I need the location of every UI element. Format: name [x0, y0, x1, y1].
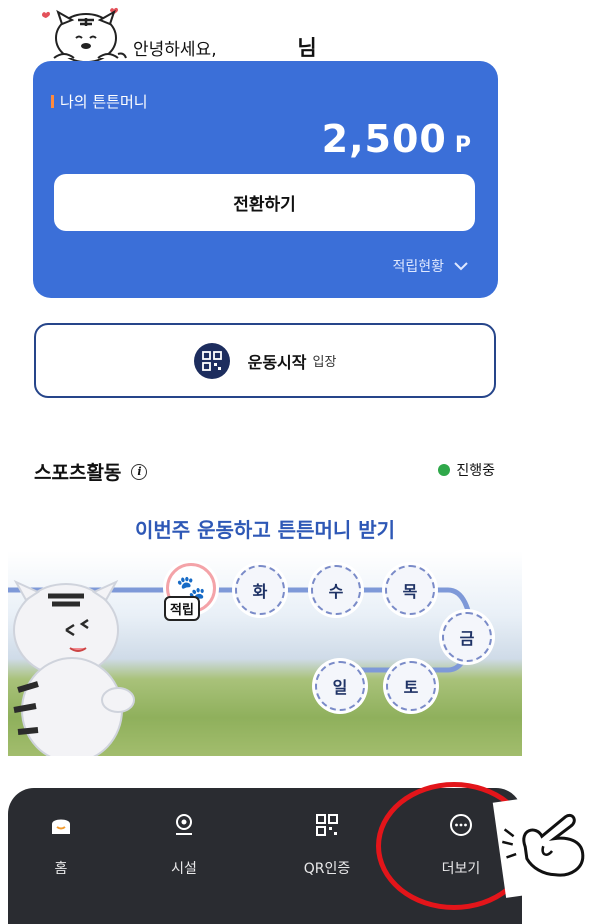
money-card: 나의 튼튼머니 2,500 P 전환하기 적립현황 — [33, 61, 498, 298]
stamp-day-fri: 금 — [442, 612, 492, 662]
money-amount: 2,500 — [321, 117, 447, 161]
tap-hand-annotation — [492, 790, 590, 898]
sports-title-text: 스포츠활동 — [34, 462, 122, 484]
money-card-title: 나의 튼튼머니 — [51, 91, 148, 112]
stamp-day-sun: 일 — [315, 661, 365, 711]
activity-status: 진행중 — [438, 460, 495, 480]
tiger-mascot-icon — [42, 7, 127, 63]
greeting-text: 안녕하세요, — [133, 40, 217, 60]
start-exercise-label: 운동시작 — [247, 352, 307, 372]
stamp-day-wed: 수 — [311, 565, 361, 615]
home-icon — [16, 810, 106, 840]
title-accent-bar — [51, 95, 54, 108]
location-pin-icon — [139, 810, 229, 840]
pointing-hand-icon — [501, 813, 585, 877]
stamp-day-thu: 목 — [385, 565, 435, 615]
chevron-down-icon — [454, 261, 468, 270]
qr-code-icon — [282, 810, 372, 840]
tiger-mascot-illustration — [13, 579, 135, 756]
money-unit: P — [454, 133, 472, 158]
activity-status-text: 진행중 — [456, 463, 495, 479]
nav-label-qr-auth: QR인증 — [303, 861, 351, 877]
stamp-earned-tag: 적립 — [164, 596, 200, 621]
qr-code-icon — [193, 342, 230, 379]
greeting-suffix: 님 — [297, 36, 317, 60]
nav-item-facilities[interactable]: 시설 — [139, 810, 229, 878]
status-dot — [438, 464, 451, 476]
start-exercise-button[interactable]: 운동시작 입장 — [34, 323, 496, 398]
nav-label-home: 홈 — [54, 861, 68, 877]
weekly-stamp-banner[interactable]: 이번주 운동하고 튼튼머니 받기 🐾 적립 화 수 목 금 토 일 — [8, 500, 522, 756]
nav-item-home[interactable]: 홈 — [16, 810, 106, 878]
start-exercise-sublabel: 입장 — [312, 355, 337, 370]
accumulation-status-label: 적립현황 — [392, 259, 444, 275]
nav-label-facilities: 시설 — [171, 861, 197, 877]
nav-item-qr-auth[interactable]: QR인증 — [282, 810, 372, 878]
money-balance: 2,500 P — [322, 117, 472, 161]
stamp-day-sat: 토 — [386, 661, 436, 711]
money-card-title-text: 나의 튼튼머니 — [60, 93, 148, 111]
banner-title: 이번주 운동하고 튼튼머니 받기 — [134, 518, 396, 542]
info-icon[interactable]: i — [131, 463, 148, 480]
stamp-day-tue: 화 — [235, 565, 285, 615]
convert-button[interactable]: 전환하기 — [54, 174, 475, 231]
accumulation-status-link[interactable]: 적립현황 — [392, 256, 468, 276]
greeting-header: 안녕하세요, 님 — [40, 2, 460, 63]
sports-section-title: 스포츠활동 i — [34, 458, 148, 485]
